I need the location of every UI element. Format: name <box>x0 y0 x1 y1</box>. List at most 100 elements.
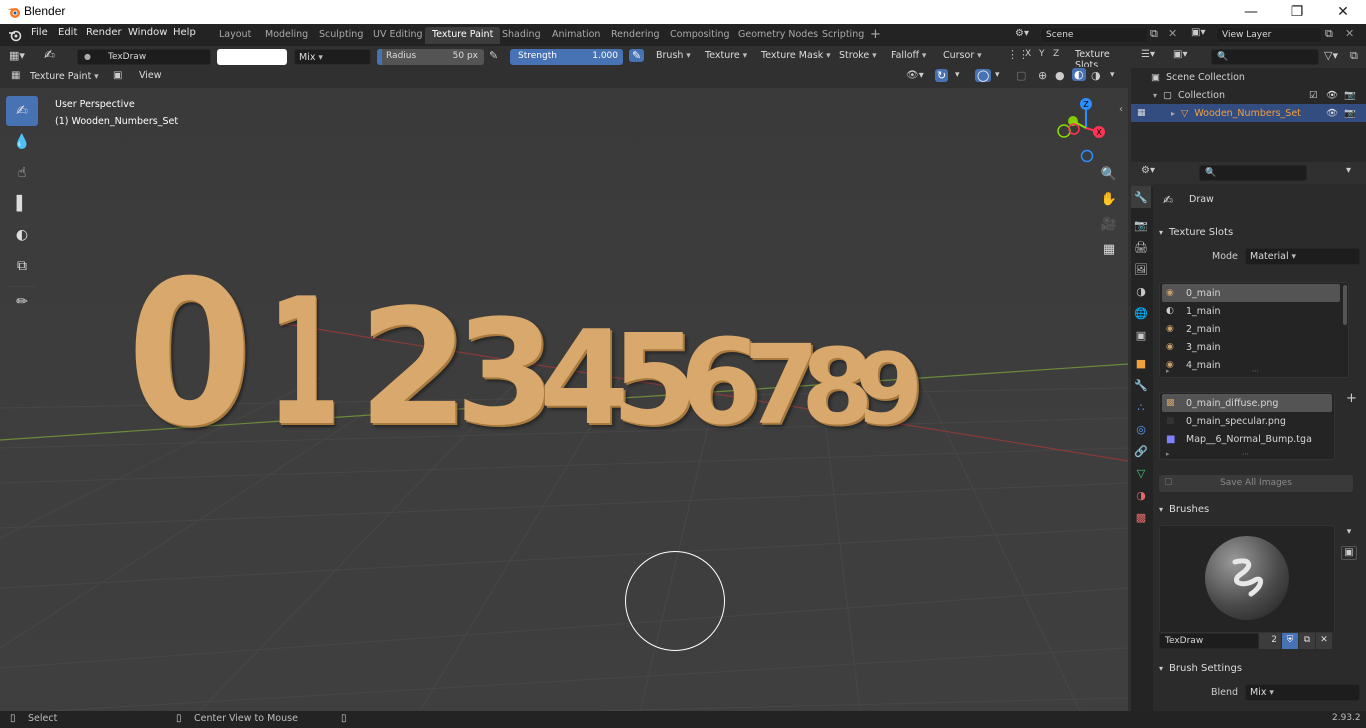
outliner-collection[interactable]: ▾ ▢ Collection ☑ 👁 📷 <box>1131 86 1366 104</box>
tab-scripting[interactable]: Scripting <box>815 27 871 44</box>
minimize-button[interactable]: — <box>1228 0 1274 24</box>
strength-pressure-icon[interactable]: ✎ <box>629 49 645 62</box>
slot-item-4[interactable]: ◉ 4_main <box>1162 356 1340 374</box>
gizmo-toggle-icon[interactable]: ↻ <box>935 69 949 82</box>
shading-dropdown-icon[interactable]: ▾ <box>1110 70 1115 80</box>
brush-list-dropdown-icon[interactable]: ▾ <box>1341 527 1357 541</box>
view-layer-tab-icon[interactable]: 🖼 <box>1131 258 1151 280</box>
smear-tool-icon[interactable]: ☝ <box>6 158 38 188</box>
brush-preview-box[interactable] <box>1159 525 1335 633</box>
collection-render-icon[interactable]: 📷 <box>1344 90 1356 101</box>
clone-tool-icon[interactable]: ▌ <box>6 189 38 219</box>
zoom-icon[interactable]: 🔍 <box>1099 164 1119 184</box>
brush-name-datablock[interactable]: TexDraw <box>1159 633 1259 649</box>
outliner-search-field[interactable]: 🔍 <box>1211 49 1319 65</box>
brush-image-icon[interactable]: ▣ <box>1341 546 1357 560</box>
tab-uv-editing[interactable]: UV Editing <box>366 27 430 44</box>
brush-name-field[interactable]: ● TexDraw <box>77 49 211 65</box>
texture-menu[interactable]: Texture <box>701 48 751 63</box>
rendered-shading-icon[interactable]: ◑ <box>1091 69 1101 82</box>
stroke-menu[interactable]: Stroke <box>835 48 881 63</box>
object-render-icon[interactable]: 📷 <box>1344 108 1356 119</box>
tab-compositing[interactable]: Compositing <box>663 27 737 44</box>
camera-icon[interactable]: 🎥 <box>1099 214 1119 234</box>
navigation-gizmo[interactable]: Z X <box>1053 96 1123 168</box>
menu-window[interactable]: Window <box>128 27 167 38</box>
view-layer-icon[interactable]: ▣▾ <box>1191 27 1205 38</box>
slot-item-1[interactable]: ◐ 1_main <box>1162 302 1340 320</box>
tab-layout[interactable]: Layout <box>212 27 258 44</box>
delete-scene-icon[interactable]: ✕ <box>1168 27 1177 40</box>
collection-visibility-icon[interactable]: 👁 <box>1326 90 1338 101</box>
image-item-0[interactable]: ▩ 0_main_diffuse.png <box>1162 394 1332 412</box>
axis-x-toggle[interactable]: X <box>1025 49 1031 59</box>
physics-tab-icon[interactable]: ◎ <box>1131 418 1151 440</box>
3d-viewport[interactable]: 0 1 2 3 4 5 6 7 8 9 User Perspective (1)… <box>0 88 1128 711</box>
images-resize-handle[interactable]: ⋯ <box>1242 450 1249 458</box>
outliner-scene-collection[interactable]: ▣ Scene Collection <box>1131 68 1366 86</box>
render-tab-icon[interactable]: 📷 <box>1131 214 1151 236</box>
constraints-tab-icon[interactable]: 🔗 <box>1131 440 1151 462</box>
visibility-icon[interactable]: 👁▾ <box>906 70 924 81</box>
overlay-toggle-icon[interactable]: ◯ <box>975 69 992 82</box>
view-layer-field[interactable]: View Layer <box>1216 27 1322 43</box>
object-visibility-icon[interactable]: 👁 <box>1326 108 1338 119</box>
world-tab-icon[interactable]: 🌐 <box>1131 302 1151 324</box>
close-window-button[interactable]: ✕ <box>1320 0 1366 24</box>
duplicate-brush-icon[interactable]: ⧉ <box>1299 633 1315 649</box>
menu-help[interactable]: Help <box>173 27 196 38</box>
strength-slider[interactable]: Strength 1.000 <box>510 49 623 65</box>
scene-tab-icon[interactable]: ◑ <box>1131 280 1151 302</box>
texture-tab-icon[interactable]: ▩ <box>1131 506 1151 528</box>
axis-z-toggle[interactable]: Z <box>1053 49 1059 59</box>
collection-tab-icon[interactable]: ▣ <box>1131 324 1151 346</box>
tool-tab-icon[interactable]: 🔧 <box>1131 186 1151 208</box>
image-item-2[interactable]: ■ Map__6_Normal_Bump.tga <box>1162 430 1332 448</box>
view-menu[interactable]: View <box>139 70 162 81</box>
slots-expand-icon[interactable]: ▸ <box>1166 367 1170 375</box>
slot-item-0[interactable]: ◉ 0_main <box>1162 284 1340 302</box>
mode-dropdown[interactable]: Material <box>1245 248 1360 265</box>
tab-shading[interactable]: Shading <box>495 27 548 44</box>
brushes-panel-header[interactable]: ▾ Brushes <box>1159 500 1359 518</box>
tab-texture-paint[interactable]: Texture Paint <box>425 27 501 44</box>
sidebar-collapse-icon[interactable]: ‹ <box>1119 104 1123 115</box>
falloff-menu[interactable]: Falloff <box>887 48 930 63</box>
collection-checkbox[interactable]: ☑ <box>1309 90 1318 101</box>
brush-menu[interactable]: Brush <box>652 48 695 63</box>
tab-animation[interactable]: Animation <box>545 27 607 44</box>
brush-users-count[interactable]: 2 <box>1259 633 1281 649</box>
tab-rendering[interactable]: Rendering <box>604 27 667 44</box>
draw-tool-icon[interactable]: ✍ <box>6 96 38 126</box>
modifier-tab-icon[interactable]: 🔧 <box>1131 374 1151 396</box>
solid-shading-icon[interactable]: ● <box>1055 69 1065 82</box>
wireframe-shading-icon[interactable]: ⊕ <box>1038 69 1047 82</box>
slots-resize-handle[interactable]: ⋯ <box>1252 367 1259 375</box>
blender-menu-icon[interactable] <box>8 28 22 42</box>
mask-toggle-icon[interactable]: ▣ <box>113 70 122 81</box>
object-tab-icon[interactable]: ■ <box>1131 352 1151 374</box>
scene-selector-icon[interactable]: ⚙▾ <box>1015 28 1029 39</box>
new-collection-icon[interactable]: ⧉ <box>1350 49 1358 63</box>
new-view-layer-icon[interactable]: ⧉ <box>1325 27 1333 41</box>
maximize-button[interactable]: ❐ <box>1274 0 1320 24</box>
brush-color-swatch[interactable] <box>217 49 287 65</box>
add-workspace-icon[interactable]: + <box>870 27 881 42</box>
image-item-1[interactable]: ■ 0_main_specular.png <box>1162 412 1332 430</box>
tab-geometry-nodes[interactable]: Geometry Nodes <box>731 27 825 44</box>
texture-slots-panel-header[interactable]: ▾ Texture Slots <box>1159 223 1359 241</box>
slot-item-2[interactable]: ◉ 2_main <box>1162 320 1340 338</box>
menu-file[interactable]: File <box>31 27 48 38</box>
pan-hand-icon[interactable]: ✋ <box>1099 189 1119 209</box>
output-tab-icon[interactable]: 🖨 <box>1131 236 1151 258</box>
fill-tool-icon[interactable]: ◐ <box>6 220 38 250</box>
cursor-menu[interactable]: Cursor <box>939 48 986 63</box>
overlay-dropdown-icon[interactable]: ▾ <box>995 70 1000 80</box>
new-scene-icon[interactable]: ⧉ <box>1150 27 1158 41</box>
properties-editor-type-icon[interactable]: ⚙▾ <box>1141 165 1155 176</box>
fake-user-shield-icon[interactable]: ⛨ <box>1282 633 1298 649</box>
radius-slider[interactable]: Radius 50 px <box>377 49 484 65</box>
xray-icon[interactable]: ▢ <box>1016 69 1026 82</box>
object-expand-icon[interactable]: ▸ <box>1171 109 1175 118</box>
outliner-editor-type-icon[interactable]: ☰▾ <box>1141 49 1155 60</box>
